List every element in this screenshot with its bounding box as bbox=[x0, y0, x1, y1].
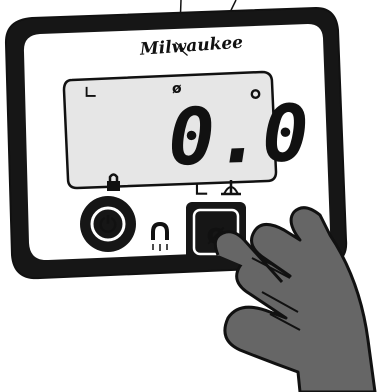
illustration: Milwaukee ∟ ø 0.0 ° ⏻ ∟ ø bbox=[4, 0, 377, 392]
lcd-degree-symbol: ° bbox=[248, 85, 263, 120]
pressing-hand bbox=[213, 206, 377, 392]
lcd-angle-reading: 0.0 bbox=[167, 89, 311, 184]
lcd-level-indicator: ∟ bbox=[84, 83, 97, 102]
power-button[interactable]: ⏻ bbox=[80, 196, 136, 252]
power-icon: ⏻ bbox=[99, 213, 117, 238]
level-mode-icon: ∟ bbox=[194, 180, 209, 201]
